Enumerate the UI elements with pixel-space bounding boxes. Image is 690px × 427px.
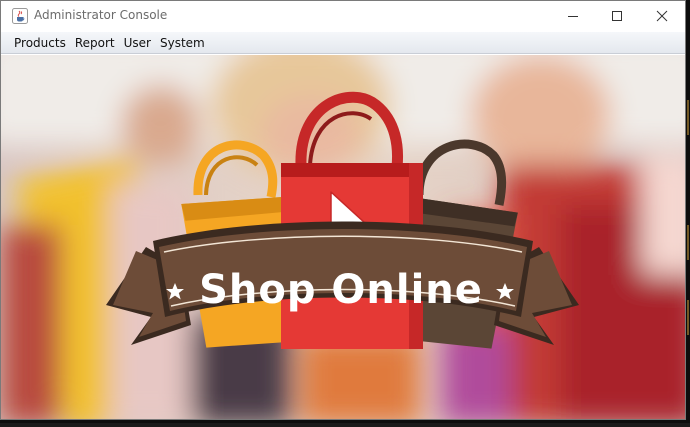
title-bar[interactable]: Administrator Console	[1, 1, 685, 32]
minimize-button[interactable]	[550, 1, 596, 31]
java-cup-icon	[12, 8, 28, 24]
menu-system[interactable]: System	[155, 34, 209, 52]
maximize-icon	[612, 11, 622, 21]
minimize-icon	[568, 16, 578, 17]
desktop-edge-decoration	[687, 100, 689, 335]
window-title: Administrator Console	[34, 8, 168, 22]
close-icon	[656, 10, 668, 22]
maximize-button[interactable]	[594, 1, 640, 31]
menu-user[interactable]: User	[119, 34, 155, 52]
menu-bar: Products Report User System	[1, 32, 685, 54]
window-shadow-right	[686, 0, 690, 423]
menu-products[interactable]: Products	[9, 34, 70, 52]
shop-online-banner: Shop Online	[1, 55, 685, 419]
banner-text: Shop Online	[199, 267, 483, 313]
close-button[interactable]	[639, 1, 685, 31]
banner-area: Shop Online	[1, 55, 685, 419]
menu-report[interactable]: Report	[70, 34, 119, 52]
application-window: Administrator Console Products Report Us…	[0, 0, 686, 420]
